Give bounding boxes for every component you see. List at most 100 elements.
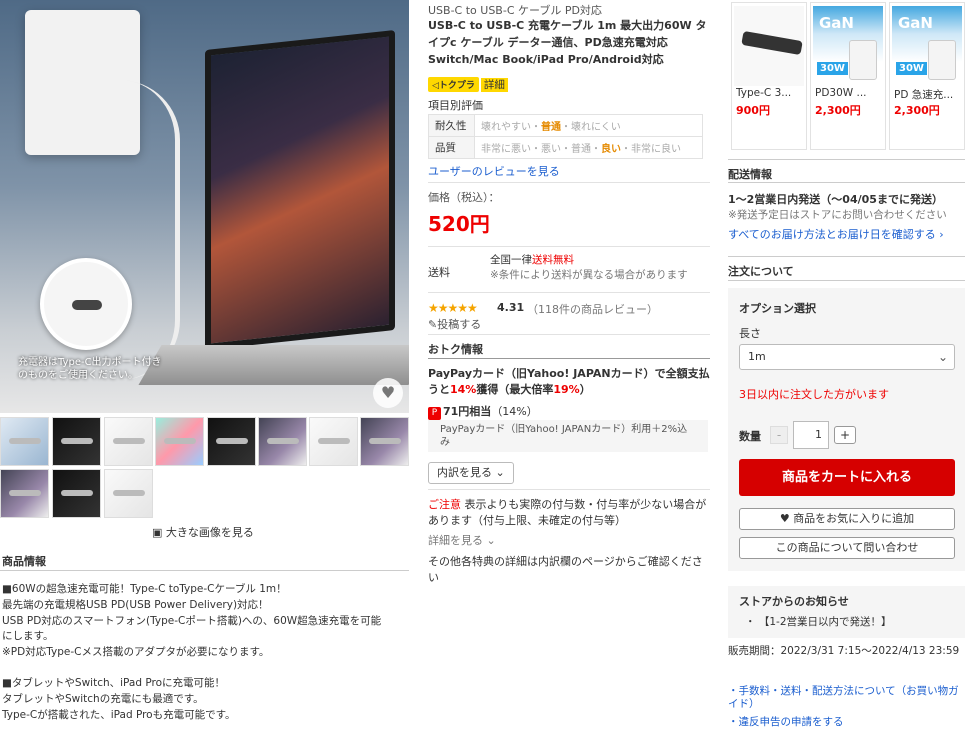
gan-logo: GaN <box>898 14 933 32</box>
caution-prefix: ご注意 <box>428 498 461 511</box>
paypay-percent: 14% <box>450 383 477 396</box>
quantity-increment-button[interactable]: + <box>834 426 856 444</box>
recommended-item-price: 2,300円 <box>894 104 940 117</box>
thumbnail[interactable] <box>0 417 49 466</box>
recommended-item[interactable]: Type-C 3... 900円 <box>731 2 807 150</box>
recommended-item[interactable]: GaN 30W PD 急速充... 2,300円 <box>889 2 965 150</box>
evaluation-table: 耐久性 壊れやすい・普通・壊れにくい 品質 非常に悪い・悪い・普通・良い・非常に… <box>428 114 703 159</box>
divider <box>0 570 409 571</box>
divider <box>728 256 965 257</box>
thumbnail[interactable] <box>309 417 358 466</box>
delivery-options-label: すべてのお届け方法とお届け日を確認する <box>728 228 936 241</box>
description-line: ※PD対応Type-Cメス搭載のアダプタが必要になります。 <box>2 646 270 658</box>
thumbnail[interactable] <box>52 417 101 466</box>
chevron-down-icon: ⌄ <box>495 466 505 479</box>
report-violation-link[interactable]: ・違反申告の申請をする <box>728 714 844 729</box>
post-review-link[interactable]: ✎投稿する <box>428 316 481 332</box>
price-value: 520円 <box>428 212 490 236</box>
free-shipping-text: 送料無料 <box>532 254 574 266</box>
inquiry-button[interactable]: この商品について問い合わせ <box>739 537 955 559</box>
divider <box>428 489 710 490</box>
description-line: にします。 <box>2 630 54 642</box>
thumbnail[interactable] <box>104 469 153 518</box>
length-select[interactable]: 1m ⌄ <box>739 344 955 370</box>
product-title: USB-C to USB-C 充電ケーブル 1m 最大出力60W タイプc ケー… <box>428 19 707 66</box>
detail-more-link[interactable]: 詳細を見る ⌄ <box>428 532 496 548</box>
points-value: 71円相当 <box>443 405 492 418</box>
view-large-image-link[interactable]: ▣ 大きな画像を見る <box>152 524 254 540</box>
view-large-image-label: 大きな画像を見る <box>165 526 254 539</box>
price-label: 価格（税込）： <box>428 191 500 204</box>
recommended-item-name: Type-C 3... <box>736 87 792 99</box>
rating-value: 4.31 <box>497 301 525 314</box>
fees-shipping-link[interactable]: ・手数料・送料・配送方法について（お買い物ガイド） <box>728 685 968 711</box>
quantity-label: 数量 <box>739 430 761 443</box>
sale-period: 販売期間：2022/3/31 7:15～2022/4/13 23:59 <box>728 645 960 657</box>
charger-port-closeup <box>40 258 132 350</box>
divider <box>428 358 710 359</box>
gan-logo: GaN <box>819 14 854 32</box>
breakdown-label: 内訳を見る <box>437 466 492 479</box>
scale-right: 壊れにくい <box>571 122 621 133</box>
image-icon: ▣ <box>152 526 163 539</box>
points-detail: PayPayカード（旧Yahoo! JAPANカード）利用＋2%込み <box>428 420 708 452</box>
length-label: 長さ <box>739 327 761 340</box>
breadcrumb[interactable]: USB-C to USB-C ケーブル PD対応 <box>428 2 602 18</box>
post-review-label: 投稿する <box>437 318 482 331</box>
delivery-options-link[interactable]: すべてのお届け方法とお届け日を確認する › <box>728 226 944 242</box>
deals-title: おトク情報 <box>428 343 483 356</box>
points-percent: （14%） <box>491 405 538 418</box>
eval-label: 品質 <box>428 136 475 159</box>
shipping-info: 全国一律送料無料 ※条件により送料が異なる場合があります <box>490 253 688 283</box>
thumbnail[interactable] <box>258 417 307 466</box>
chevron-down-icon: ⌄ <box>937 350 948 364</box>
description-line: USB PD対応のスマートフォン(Type-Cポート搭載)への、60W超急速充電… <box>2 615 382 627</box>
add-to-cart-button[interactable]: 商品をカートに入れる <box>739 459 955 496</box>
chevron-right-icon: › <box>939 228 944 241</box>
quantity-input[interactable]: 1 <box>793 421 829 449</box>
laptop-base-illustration <box>138 345 409 385</box>
scale-right: ・非常に良い <box>621 144 681 155</box>
thumbnail[interactable] <box>360 417 409 466</box>
shipping-note: ※条件により送料が異なる場合があります <box>490 269 688 281</box>
points-row: P 71円相当（14%） <box>428 403 538 420</box>
caution-text: 表示よりも実際の付与数・付与率が少ない場合があります（付与上限、未確定の付与等） <box>428 498 707 527</box>
divider <box>428 182 710 183</box>
thumbnail[interactable] <box>155 417 204 466</box>
scale-left: 非常に悪い・悪い・普通・ <box>481 144 601 155</box>
thumbnail[interactable] <box>207 417 256 466</box>
rating-stars-icon: ★★★★★ <box>428 301 478 315</box>
thumbnail[interactable] <box>104 417 153 466</box>
divider <box>728 182 965 183</box>
scale-selected: 良い <box>601 144 621 155</box>
favorite-heart-icon[interactable]: ♥ <box>373 378 403 408</box>
caution-note: ご注意 表示よりも実際の付与数・付与率が少ない場合があります（付与上限、未確定の… <box>428 497 710 529</box>
review-count-link[interactable]: （118件の商品レビュー） <box>527 301 658 317</box>
delivery-main: 1～2営業日内発送（～04/05までに発送） <box>728 193 943 206</box>
cable-illustration <box>120 80 180 380</box>
user-review-link[interactable]: ユーザーのレビューを見る <box>428 163 560 179</box>
watt-badge: 30W <box>817 62 848 75</box>
other-benefits-note: その他各特典の詳細は内訳欄のページからご確認ください <box>428 555 703 584</box>
quantity-decrement-button[interactable]: - <box>770 426 788 444</box>
recommended-item[interactable]: GaN 30W PD30W ... 2,300円 <box>810 2 886 150</box>
chevron-down-icon: ⌄ <box>486 534 496 547</box>
scale-selected: 普通 <box>541 122 561 133</box>
shipping-label: 送料 <box>428 266 450 279</box>
tokupla-detail-link[interactable]: 詳細 <box>480 78 508 92</box>
delivery-note: ※発送予定日はストアにお問い合わせください <box>728 209 947 221</box>
thumbnail[interactable] <box>0 469 49 518</box>
main-product-image[interactable]: 充電器はType-C出力ポート付きのものをご使用ください。 ♥ <box>0 0 409 413</box>
store-notice-item[interactable]: ・ 【1-2営業日以内で発送！】 <box>745 614 892 629</box>
description-line: ■タブレットやSwitch、iPad Proに充電可能！ <box>2 677 226 689</box>
shipping-prefix: 全国一律 <box>490 254 532 266</box>
option-title: オプション選択 <box>739 302 816 315</box>
thumbnail[interactable] <box>52 469 101 518</box>
breakdown-button[interactable]: 内訳を見る ⌄ <box>428 462 514 484</box>
charger-product-image: GaN 30W <box>892 6 962 86</box>
tokupla-row: ◁トクプラ 詳細 <box>428 77 508 92</box>
charger-product-image: GaN 30W <box>813 6 883 86</box>
divider <box>428 334 710 335</box>
add-to-favorites-button[interactable]: ♥ 商品をお気に入りに追加 <box>739 508 955 530</box>
store-notice-title: ストアからのお知らせ <box>739 595 849 608</box>
